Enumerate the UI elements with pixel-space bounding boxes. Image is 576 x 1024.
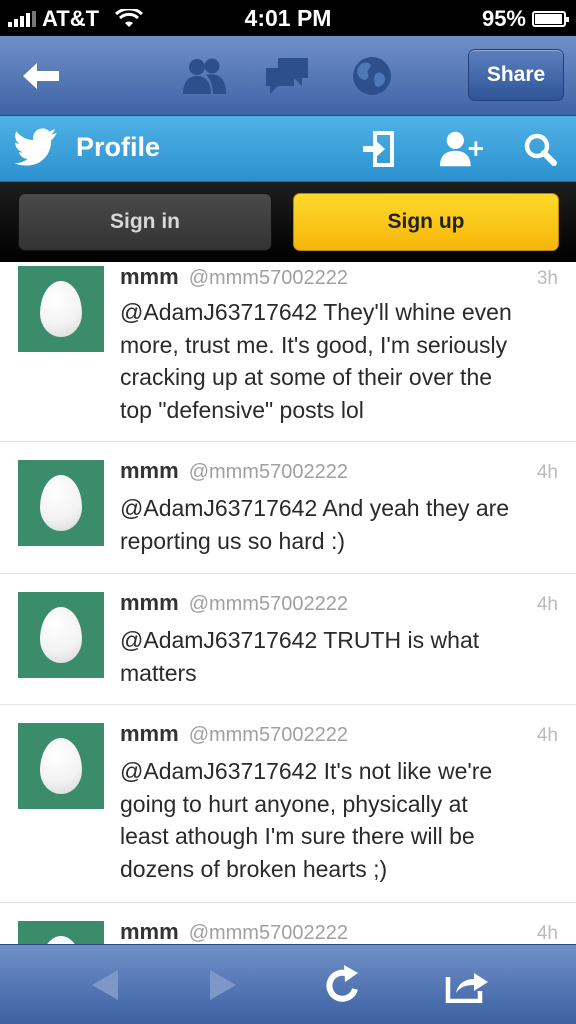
tweet-timestamp: 4h — [536, 462, 558, 483]
tweet-timestamp: 4h — [536, 594, 558, 615]
avatar[interactable] — [18, 592, 104, 678]
sign-in-button[interactable] — [356, 128, 400, 170]
tweet-text: @AdamJ63717642 And yeah they are reporti… — [120, 495, 510, 554]
back-arrow-icon — [23, 63, 59, 89]
tweet-author-handle: @mmm57002222 — [188, 922, 348, 944]
tweet-item[interactable]: mmm @mmm57002222 4h @AdamJ63717642 It's … — [0, 705, 576, 903]
auth-bar: Sign in Sign up — [0, 182, 576, 262]
messages-button[interactable] — [264, 54, 312, 98]
tweet-text: @AdamJ63717642 It's not like we're going… — [120, 758, 493, 882]
tweet-item[interactable]: mmm @mmm57002222 4h — [0, 903, 576, 944]
battery-icon — [532, 11, 569, 27]
tweet-author-name[interactable]: mmm — [120, 721, 179, 747]
forward-icon — [210, 970, 236, 1000]
tweet-timestamp: 3h — [536, 268, 558, 289]
add-user-button[interactable] — [440, 128, 484, 170]
battery-group: 95% — [481, 6, 569, 32]
tweet-item[interactable]: mmm @mmm57002222 4h @AdamJ63717642 And y… — [0, 442, 576, 574]
tweet-timestamp: 4h — [536, 725, 558, 746]
egg-avatar-icon — [40, 475, 82, 531]
browser-toolbar — [0, 944, 576, 1024]
sign-up-button[interactable]: Sign up — [293, 193, 559, 251]
tweet-author-handle: @mmm57002222 — [188, 267, 348, 289]
tweet-author-name[interactable]: mmm — [120, 590, 179, 616]
globe-icon — [353, 57, 391, 95]
egg-avatar-icon — [40, 738, 82, 794]
sign-in-button-large[interactable]: Sign in — [18, 193, 272, 251]
top-navigation-bar: Share — [0, 36, 576, 116]
reload-icon — [326, 965, 358, 1002]
egg-avatar-icon — [40, 607, 82, 663]
people-icon — [183, 58, 226, 94]
tweet-timestamp: 4h — [536, 923, 558, 944]
avatar[interactable] — [18, 460, 104, 546]
tweet-text: @AdamJ63717642 TRUTH is what matters — [120, 627, 480, 686]
tweet-author-handle: @mmm57002222 — [188, 461, 348, 483]
back-button[interactable] — [80, 961, 130, 1009]
search-icon — [524, 133, 557, 166]
tweet-author-name[interactable]: mmm — [120, 919, 179, 944]
twitter-header-bar: Profile — [0, 116, 576, 182]
tweet-author-handle: @mmm57002222 — [188, 593, 348, 615]
back-icon — [92, 970, 118, 1000]
avatar[interactable] — [18, 921, 104, 944]
add-user-icon — [440, 131, 484, 167]
share-action-button[interactable] — [442, 961, 492, 1009]
egg-avatar-icon — [40, 281, 82, 337]
tweet-author-name[interactable]: mmm — [120, 264, 179, 290]
avatar[interactable] — [18, 723, 104, 809]
sign-in-icon — [363, 131, 394, 167]
back-arrow-button[interactable] — [16, 54, 66, 98]
share-icon — [445, 973, 488, 1003]
globe-button[interactable] — [348, 54, 396, 98]
egg-avatar-icon — [40, 936, 82, 944]
page-title: Profile — [76, 132, 161, 162]
tweet-author-name[interactable]: mmm — [120, 458, 179, 484]
forward-button[interactable] — [198, 961, 248, 1009]
tweet-author-handle: @mmm57002222 — [188, 724, 348, 746]
search-button[interactable] — [518, 128, 562, 170]
avatar[interactable] — [18, 266, 104, 352]
status-bar: AT&T 4:01 PM 95% — [0, 0, 576, 36]
battery-percent: 95% — [481, 6, 526, 31]
reload-button[interactable] — [318, 961, 368, 1009]
tweet-feed[interactable]: mmm @mmm57002222 3h @AdamJ63717642 They'… — [0, 262, 576, 944]
tweet-text: @AdamJ63717642 They'll whine even more, … — [120, 299, 512, 423]
tweet-item[interactable]: mmm @mmm57002222 4h @AdamJ63717642 TRUTH… — [0, 574, 576, 705]
tweet-item[interactable]: mmm @mmm57002222 3h @AdamJ63717642 They'… — [0, 262, 576, 442]
people-button[interactable] — [180, 54, 228, 98]
chat-bubbles-icon — [266, 58, 308, 94]
share-button[interactable]: Share — [468, 49, 564, 101]
twitter-bird-icon — [14, 128, 57, 166]
